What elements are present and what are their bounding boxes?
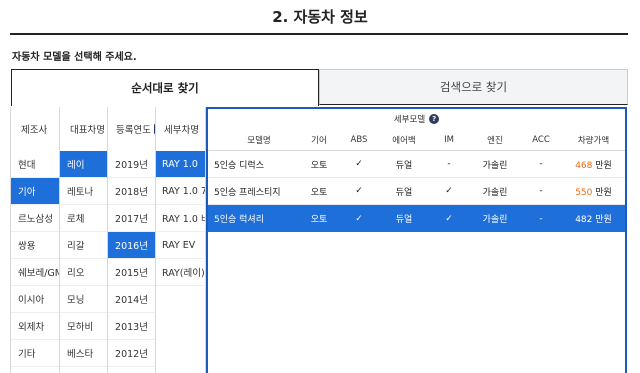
help-icon[interactable]: ? xyxy=(429,114,440,124)
header-abs: ABS xyxy=(350,134,368,145)
spec-table-header: 모델명 기어 ABS 에어백 IM 엔진 ACC 차량가액 xyxy=(208,129,625,151)
model-item[interactable]: 모닝 xyxy=(60,286,107,313)
header-airbag: 에어백 xyxy=(392,135,416,146)
row-im-check-icon: ✓ xyxy=(445,186,453,196)
row-model-name: 5인승 럭셔리 xyxy=(214,215,264,225)
detail-header: 세부차명 xyxy=(164,125,199,136)
detail-item[interactable]: RAY(레이) xyxy=(156,259,205,286)
section-title: 2. 자동차 정보 xyxy=(272,8,368,26)
row-airbag: 듀얼 xyxy=(395,215,413,225)
year-item[interactable]: 2016년 xyxy=(108,232,155,259)
price-value: 482 xyxy=(575,215,593,225)
row-airbag: 듀얼 xyxy=(395,160,413,171)
row-abs-check-icon: ✓ xyxy=(355,213,363,224)
header-price: 차량가액 xyxy=(577,135,610,146)
manufacturer-header: 제조사 xyxy=(21,125,48,136)
detail-item[interactable]: RAY 1.0 7 xyxy=(156,178,205,205)
price-unit: 만원 xyxy=(595,187,612,198)
spec-row[interactable]: 5인승 디럭스 오토 ✓ 듀얼 - 가솔린 - 468 만원 xyxy=(208,151,625,178)
price-unit: 만원 xyxy=(595,160,612,171)
detail-model-title-bar: 세부모델 ? xyxy=(208,109,625,129)
model-item[interactable]: 리오 xyxy=(60,259,107,286)
row-price: 468 만원 xyxy=(562,158,625,171)
manufacturer-item[interactable]: 쌍용 xyxy=(11,232,59,259)
detail-item[interactable]: RAY 1.0 xyxy=(156,151,205,178)
row-abs-check-icon: ✓ xyxy=(355,159,363,169)
row-engine: 가솔린 xyxy=(482,187,508,198)
price-value: 468 xyxy=(575,160,593,171)
model-header: 대표차명 xyxy=(70,125,105,136)
row-model-name: 5인승 디럭스 xyxy=(214,160,264,171)
title-divider xyxy=(10,33,628,35)
year-item[interactable]: 2019년 xyxy=(108,151,155,178)
manufacturer-item[interactable]: 르노삼성 xyxy=(11,205,59,232)
model-item[interactable]: 리갈 xyxy=(60,232,107,259)
row-airbag: 듀얼 xyxy=(395,187,413,198)
price-unit: 만원 xyxy=(595,215,612,225)
year-header-label: 등록연도 xyxy=(116,125,151,136)
manufacturer-column: 제조사 현대 기아 르노삼성 쌍용 쉐보레/GM 이시아 외제차 기타 xyxy=(10,107,60,373)
manufacturer-item[interactable]: 현대 xyxy=(11,151,59,178)
manufacturer-item[interactable]: 이시아 xyxy=(11,286,59,313)
manufacturer-item[interactable]: 기타 xyxy=(11,340,59,367)
header-acc: ACC xyxy=(532,134,550,145)
instruction-text: 자동차 모델을 선택해 주세요. xyxy=(12,52,137,63)
year-item[interactable]: 2013년 xyxy=(108,313,155,340)
year-column: 등록연도 2019년 2018년 2017년 2016년 2015년 2014년… xyxy=(108,107,156,373)
detail-item[interactable]: RAY EV xyxy=(156,232,205,259)
price-value: 550 xyxy=(575,187,593,198)
model-item[interactable]: 로체 xyxy=(60,205,107,232)
row-engine: 가솔린 xyxy=(482,160,508,171)
row-price: 482 만원 xyxy=(562,212,625,225)
model-item[interactable]: 레이 xyxy=(60,151,107,178)
header-engine: 엔진 xyxy=(487,135,503,146)
row-model-name: 5인승 프레스티지 xyxy=(214,187,281,198)
row-gear: 오토 xyxy=(310,215,328,225)
row-gear: 오토 xyxy=(310,187,328,198)
row-gear: 오토 xyxy=(310,160,328,171)
detail-item[interactable]: RAY 1.0 비 xyxy=(156,205,205,232)
year-item[interactable]: 2012년 xyxy=(108,340,155,367)
row-acc: - xyxy=(539,213,543,224)
row-im-check-icon: ✓ xyxy=(445,213,453,224)
spec-row-selected[interactable]: 5인승 럭셔리 오토 ✓ 듀얼 ✓ 가솔린 - 482 만원 xyxy=(208,205,625,232)
model-item[interactable]: 레토나 xyxy=(60,178,107,205)
row-engine: 가솔린 xyxy=(482,215,508,225)
year-header: 등록연도 xyxy=(108,107,155,151)
header-model-name: 모델명 xyxy=(247,135,271,146)
model-item[interactable]: 베스타 xyxy=(60,340,107,367)
row-im: - xyxy=(447,159,451,169)
tab-sequential-search[interactable]: 순서대로 찾기 xyxy=(11,69,319,106)
detail-model-panel: 세부모델 ? 모델명 기어 ABS 에어백 IM 엔진 ACC 차량가액 5인승… xyxy=(206,107,627,373)
header-gear: 기어 xyxy=(311,135,327,146)
manufacturer-item[interactable]: 쉐보레/GM xyxy=(11,259,59,286)
row-abs-check-icon: ✓ xyxy=(355,186,363,196)
row-acc: - xyxy=(539,159,543,169)
year-item[interactable]: 2015년 xyxy=(108,259,155,286)
row-price: 550 만원 xyxy=(562,185,625,198)
year-item[interactable]: 2014년 xyxy=(108,286,155,313)
model-item[interactable]: 모하비 xyxy=(60,313,107,340)
year-item[interactable]: 2017년 xyxy=(108,205,155,232)
model-column: 대표차명 레이 레토나 로체 리갈 리오 모닝 모하비 베스타 xyxy=(60,107,108,373)
row-acc: - xyxy=(539,186,543,196)
header-im: IM xyxy=(444,134,454,145)
detail-model-title: 세부모델 xyxy=(393,115,426,125)
year-item[interactable]: 2018년 xyxy=(108,178,155,205)
manufacturer-item[interactable]: 외제차 xyxy=(11,313,59,340)
info-icon xyxy=(153,124,155,134)
tab-keyword-search[interactable]: 검색으로 찾기 xyxy=(319,69,628,105)
manufacturer-item[interactable]: 기아 xyxy=(11,178,59,205)
detail-column: 세부차명 RAY 1.0 RAY 1.0 7 RAY 1.0 비 RAY EV … xyxy=(156,107,206,373)
spec-row[interactable]: 5인승 프레스티지 오토 ✓ 듀얼 ✓ 가솔린 - 550 만원 xyxy=(208,178,625,205)
